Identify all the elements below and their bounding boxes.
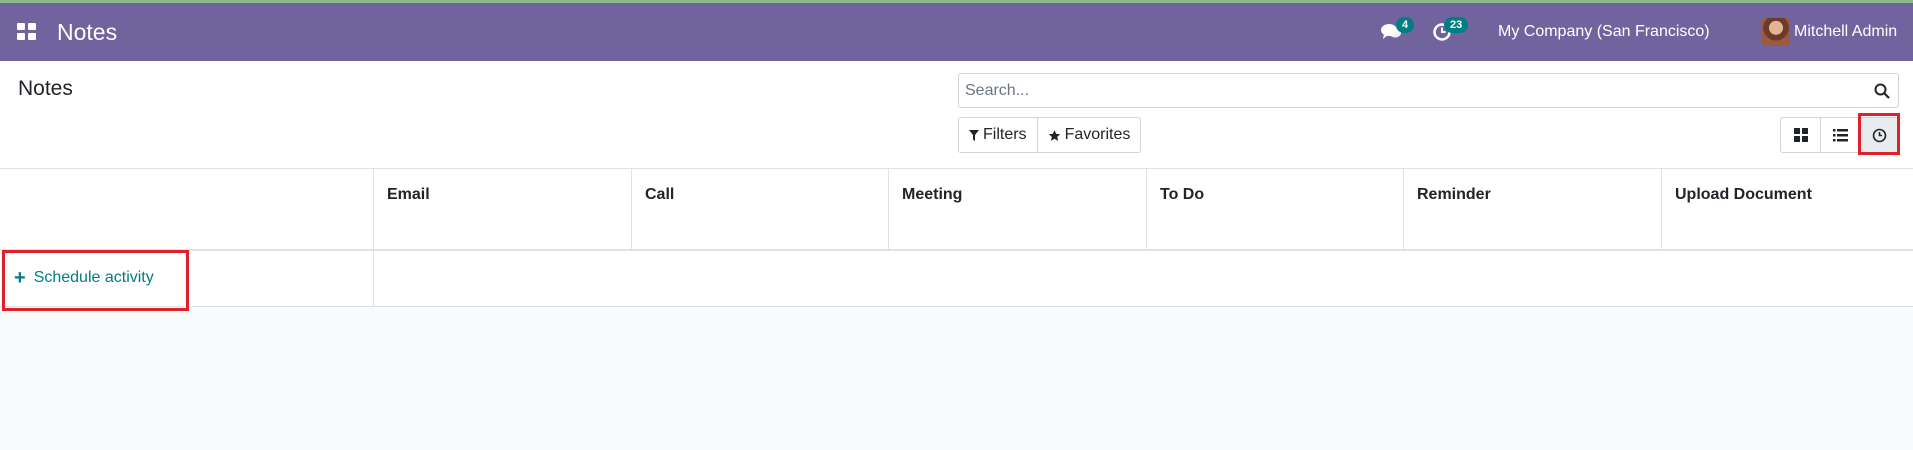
column-header[interactable]: Email bbox=[373, 169, 631, 251]
messages-badge: 4 bbox=[1396, 17, 1415, 33]
user-name: Mitchell Admin bbox=[1794, 23, 1898, 40]
plus-icon: + bbox=[14, 267, 26, 289]
search-options-group: Filters Favorites bbox=[958, 117, 1142, 153]
schedule-activity-button[interactable]: + Schedule activity bbox=[14, 267, 154, 289]
filters-label: Filters bbox=[983, 126, 1027, 143]
activities-badge: 23 bbox=[1444, 17, 1469, 33]
activities-button[interactable]: 23 bbox=[1432, 3, 1469, 61]
column-header[interactable]: Upload Document bbox=[1661, 169, 1913, 251]
list-view-button[interactable] bbox=[1820, 118, 1859, 152]
app-title[interactable]: Notes bbox=[57, 19, 117, 46]
star-icon bbox=[1048, 129, 1060, 141]
list-icon bbox=[1832, 128, 1848, 141]
apps-menu-icon[interactable] bbox=[17, 23, 37, 41]
messages-button[interactable]: 4 bbox=[1380, 3, 1415, 61]
search-box bbox=[958, 73, 1899, 108]
page-title: Notes bbox=[18, 77, 73, 100]
main-navbar: Notes 4 23 My Company (San Francisco) Mi… bbox=[0, 3, 1913, 61]
company-switcher[interactable]: My Company (San Francisco) bbox=[1498, 3, 1710, 61]
activity-table: Email Call Meeting To Do Reminder Upload… bbox=[0, 169, 1913, 307]
kanban-icon bbox=[1793, 128, 1808, 142]
control-panel: Notes Filters Favorites bbox=[0, 61, 1913, 169]
activity-view-button[interactable] bbox=[1859, 118, 1898, 152]
column-header[interactable]: To Do bbox=[1146, 169, 1403, 251]
table-header-row: Email Call Meeting To Do Reminder Upload… bbox=[0, 169, 1913, 251]
favorites-label: Favorites bbox=[1064, 126, 1131, 143]
search-input[interactable] bbox=[965, 74, 1855, 107]
table-row: + Schedule activity bbox=[0, 251, 1913, 307]
schedule-activity-label: Schedule activity bbox=[33, 269, 154, 286]
view-switcher bbox=[1780, 117, 1899, 153]
kanban-view-button[interactable] bbox=[1781, 118, 1820, 152]
column-divider bbox=[373, 251, 374, 307]
user-menu[interactable]: Mitchell Admin bbox=[1762, 3, 1897, 61]
column-header[interactable]: Meeting bbox=[888, 169, 1146, 251]
favorites-button[interactable]: Favorites bbox=[1036, 118, 1141, 152]
column-header[interactable]: Call bbox=[631, 169, 888, 251]
avatar bbox=[1762, 18, 1790, 46]
filters-button[interactable]: Filters bbox=[959, 118, 1037, 152]
search-icon[interactable] bbox=[1874, 83, 1890, 99]
filter-icon bbox=[969, 129, 979, 141]
clock-icon bbox=[1872, 128, 1886, 142]
column-header[interactable]: Reminder bbox=[1403, 169, 1661, 251]
